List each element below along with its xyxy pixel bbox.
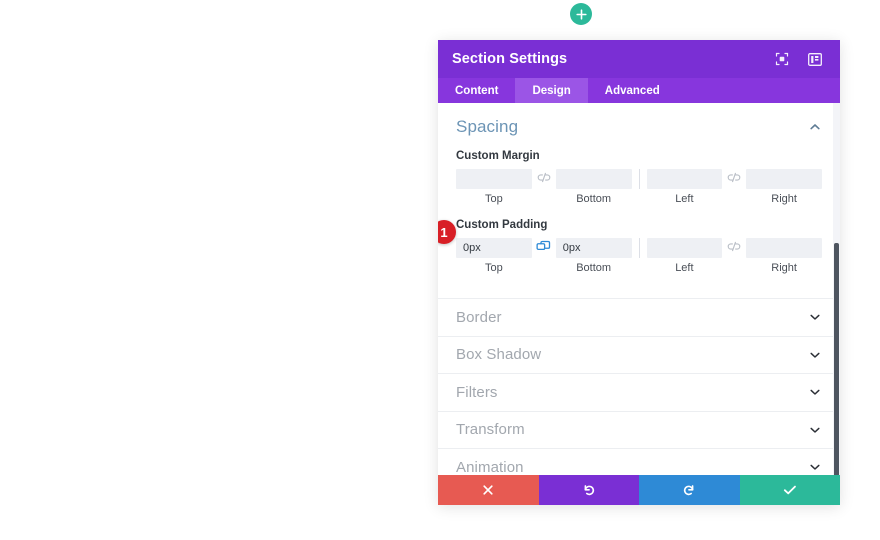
modal-title: Section Settings [452, 51, 568, 67]
modal-body: Spacing Custom Margin Top Bottom Left Ri… [438, 103, 840, 475]
chevron-down-icon[interactable] [808, 423, 822, 437]
margin-horizontal-group: Left Right [646, 169, 822, 205]
chevron-down-icon[interactable] [808, 310, 822, 324]
section-settings-modal: Section Settings Content Design Advanced… [438, 40, 840, 505]
accordion-animation-label: Animation [456, 458, 524, 475]
margin-bottom-input[interactable] [555, 169, 632, 189]
modal-header: Section Settings [438, 40, 840, 78]
margin-right-input[interactable] [746, 169, 822, 189]
broken-link-icon [537, 170, 551, 188]
tab-design[interactable]: Design [515, 78, 588, 103]
margin-right-cell: Right [746, 169, 822, 205]
custom-padding-block: Custom Padding 1 Top [438, 219, 822, 274]
linked-link-icon [536, 239, 551, 257]
accordion-filters[interactable]: Filters [438, 373, 840, 411]
margin-left-cell: Left [646, 169, 723, 205]
chevron-down-icon[interactable] [808, 460, 822, 474]
padding-bottom-cell: Bottom [555, 238, 632, 274]
plus-icon [575, 8, 587, 20]
accordion-box-shadow[interactable]: Box Shadow [438, 335, 840, 374]
padding-horizontal-group: Left Right [646, 238, 822, 274]
spacing-section-header[interactable]: Spacing [456, 117, 822, 137]
accordion-animation[interactable]: Animation [438, 448, 840, 475]
accordion-transform-label: Transform [456, 421, 525, 439]
undo-icon [582, 483, 596, 497]
padding-left-cell: Left [646, 238, 723, 274]
broken-link-icon [727, 239, 741, 257]
redo-icon [682, 483, 696, 497]
padding-right-input[interactable] [746, 238, 822, 258]
spacing-title: Spacing [456, 117, 519, 136]
save-button[interactable] [739, 475, 840, 505]
scrollbar-track[interactable] [833, 103, 840, 475]
accordion-box-shadow-label: Box Shadow [456, 346, 542, 364]
padding-right-cell: Right [746, 238, 822, 274]
modal-tabs: Content Design Advanced [438, 78, 840, 103]
padding-left-input[interactable] [646, 238, 723, 258]
padding-vertical-link-toggle[interactable] [532, 238, 556, 258]
padding-vertical-group: Top [456, 238, 632, 274]
margin-top-caption: Top [485, 193, 503, 205]
check-icon [783, 484, 797, 496]
custom-padding-controls: Top [456, 238, 822, 274]
padding-left-caption: Left [675, 262, 694, 274]
padding-right-caption: Right [771, 262, 797, 274]
padding-top-caption: Top [485, 262, 503, 274]
accordion-list: Border Box Shadow Filters Transform Anim… [438, 298, 840, 475]
modal-footer [438, 475, 840, 505]
margin-right-caption: Right [771, 193, 797, 205]
margin-left-caption: Left [675, 193, 694, 205]
custom-margin-controls: Top Bottom Left Right [456, 169, 822, 205]
accordion-filters-label: Filters [456, 383, 498, 401]
margin-top-cell: Top [456, 169, 532, 205]
scrollbar-thumb[interactable] [834, 243, 839, 475]
custom-margin-label: Custom Margin [456, 150, 540, 162]
margin-divider [638, 169, 640, 189]
padding-bottom-input[interactable] [555, 238, 632, 258]
margin-horizontal-link-toggle[interactable] [722, 169, 746, 189]
padding-top-input[interactable] [456, 238, 532, 258]
header-icon-group [771, 49, 826, 69]
padding-bottom-caption: Bottom [576, 262, 612, 274]
custom-margin-block: Custom Margin Top Bottom Left Right [456, 150, 822, 205]
expand-icon[interactable] [771, 49, 793, 69]
margin-top-input[interactable] [456, 169, 532, 189]
chevron-down-icon[interactable] [808, 385, 822, 399]
padding-top-cell: Top [456, 238, 532, 274]
margin-bottom-cell: Bottom [555, 169, 632, 205]
accordion-transform[interactable]: Transform [438, 410, 840, 449]
spacing-section: Spacing Custom Margin Top Bottom Left Ri… [438, 103, 840, 278]
undo-button[interactable] [538, 475, 639, 505]
custom-padding-label: Custom Padding [456, 219, 548, 231]
accordion-border[interactable]: Border [438, 298, 840, 336]
add-section-button[interactable] [570, 3, 592, 25]
page-canvas: Section Settings Content Design Advanced… [0, 0, 880, 540]
chevron-up-icon[interactable] [808, 120, 822, 134]
chevron-down-icon[interactable] [808, 348, 822, 362]
tab-advanced[interactable]: Advanced [588, 78, 677, 103]
margin-left-input[interactable] [646, 169, 723, 189]
accordion-border-label: Border [456, 308, 502, 326]
padding-horizontal-link-toggle[interactable] [722, 238, 746, 258]
margin-vertical-group: Top Bottom [456, 169, 632, 205]
step-badge-1: 1 [438, 220, 456, 244]
margin-bottom-caption: Bottom [576, 193, 612, 205]
margin-vertical-link-toggle[interactable] [532, 169, 556, 189]
tab-content[interactable]: Content [438, 78, 515, 103]
redo-button[interactable] [639, 475, 740, 505]
close-icon [482, 484, 494, 496]
panel-layout-icon[interactable] [804, 49, 826, 69]
padding-divider [638, 238, 640, 258]
broken-link-icon [727, 170, 741, 188]
cancel-button[interactable] [438, 475, 539, 505]
